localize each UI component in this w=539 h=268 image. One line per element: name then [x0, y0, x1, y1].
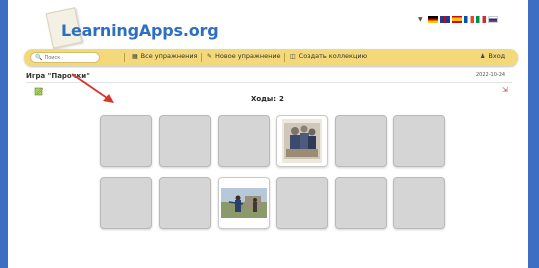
memory-card[interactable] [100, 177, 152, 229]
main-navbar: 🔍 ▦ Все упражнения ✎ Новое упражнение ◫ … [24, 49, 518, 66]
all-exercises-label: Все упражнения [140, 52, 198, 60]
annotation-arrow [71, 73, 114, 103]
login-label: Вход [488, 52, 506, 60]
memory-card[interactable] [159, 177, 211, 229]
nav-divider [201, 53, 202, 62]
logo-text: LearningApps.org [61, 21, 219, 40]
flag-uk-icon[interactable] [439, 15, 450, 23]
flag-russia-icon[interactable] [487, 15, 498, 23]
new-exercise-link[interactable]: ✎ Новое упражнение [207, 52, 281, 60]
flag-spain-icon[interactable] [451, 15, 462, 23]
memory-card[interactable] [335, 177, 387, 229]
memory-card-open[interactable] [276, 115, 328, 167]
login-link[interactable]: ♟ Вход [480, 52, 505, 60]
nav-divider [284, 53, 285, 62]
moves-counter: Ходы: 2 [251, 95, 284, 103]
flag-germany-icon[interactable] [427, 15, 438, 23]
search-input[interactable] [44, 53, 101, 62]
memory-card[interactable] [159, 115, 211, 167]
flag-italy-icon[interactable] [475, 15, 486, 23]
create-collection-label: Создать коллекцию [298, 52, 368, 60]
learningapps-logo[interactable]: LearningApps.org [45, 7, 219, 49]
collection-icon: ◫ [290, 52, 296, 60]
old-photo-image [282, 119, 322, 163]
field-photo-image [221, 188, 267, 218]
language-selector[interactable]: ▼ [418, 14, 498, 24]
moves-value: 2 [279, 95, 284, 103]
search-box[interactable]: 🔍 [30, 52, 101, 63]
edit-app-icon[interactable] [34, 86, 44, 96]
search-icon: 🔍 [35, 54, 43, 61]
moves-label: Ходы: [251, 95, 276, 103]
create-collection-link[interactable]: ◫ Создать коллекцию [290, 52, 367, 60]
app-date: 2022-10-24 [476, 72, 506, 78]
all-exercises-link[interactable]: ▦ Все упражнения [132, 52, 197, 60]
memory-card[interactable] [276, 177, 328, 229]
memory-card[interactable] [218, 115, 270, 167]
new-exercise-label: Новое упражнение [215, 52, 281, 60]
memory-card[interactable] [100, 115, 152, 167]
fullscreen-icon[interactable]: ⇲ [502, 87, 508, 94]
nav-divider [124, 53, 125, 62]
flag-france-icon[interactable] [463, 15, 474, 23]
memory-card[interactable] [335, 115, 387, 167]
grid-icon: ▦ [132, 52, 138, 60]
memory-card[interactable] [393, 115, 445, 167]
pencil-icon: ✎ [207, 52, 213, 60]
chevron-down-icon[interactable]: ▼ [418, 16, 423, 23]
memory-card[interactable] [393, 177, 445, 229]
memory-card-open[interactable] [218, 177, 270, 229]
user-icon: ♟ [480, 52, 486, 60]
